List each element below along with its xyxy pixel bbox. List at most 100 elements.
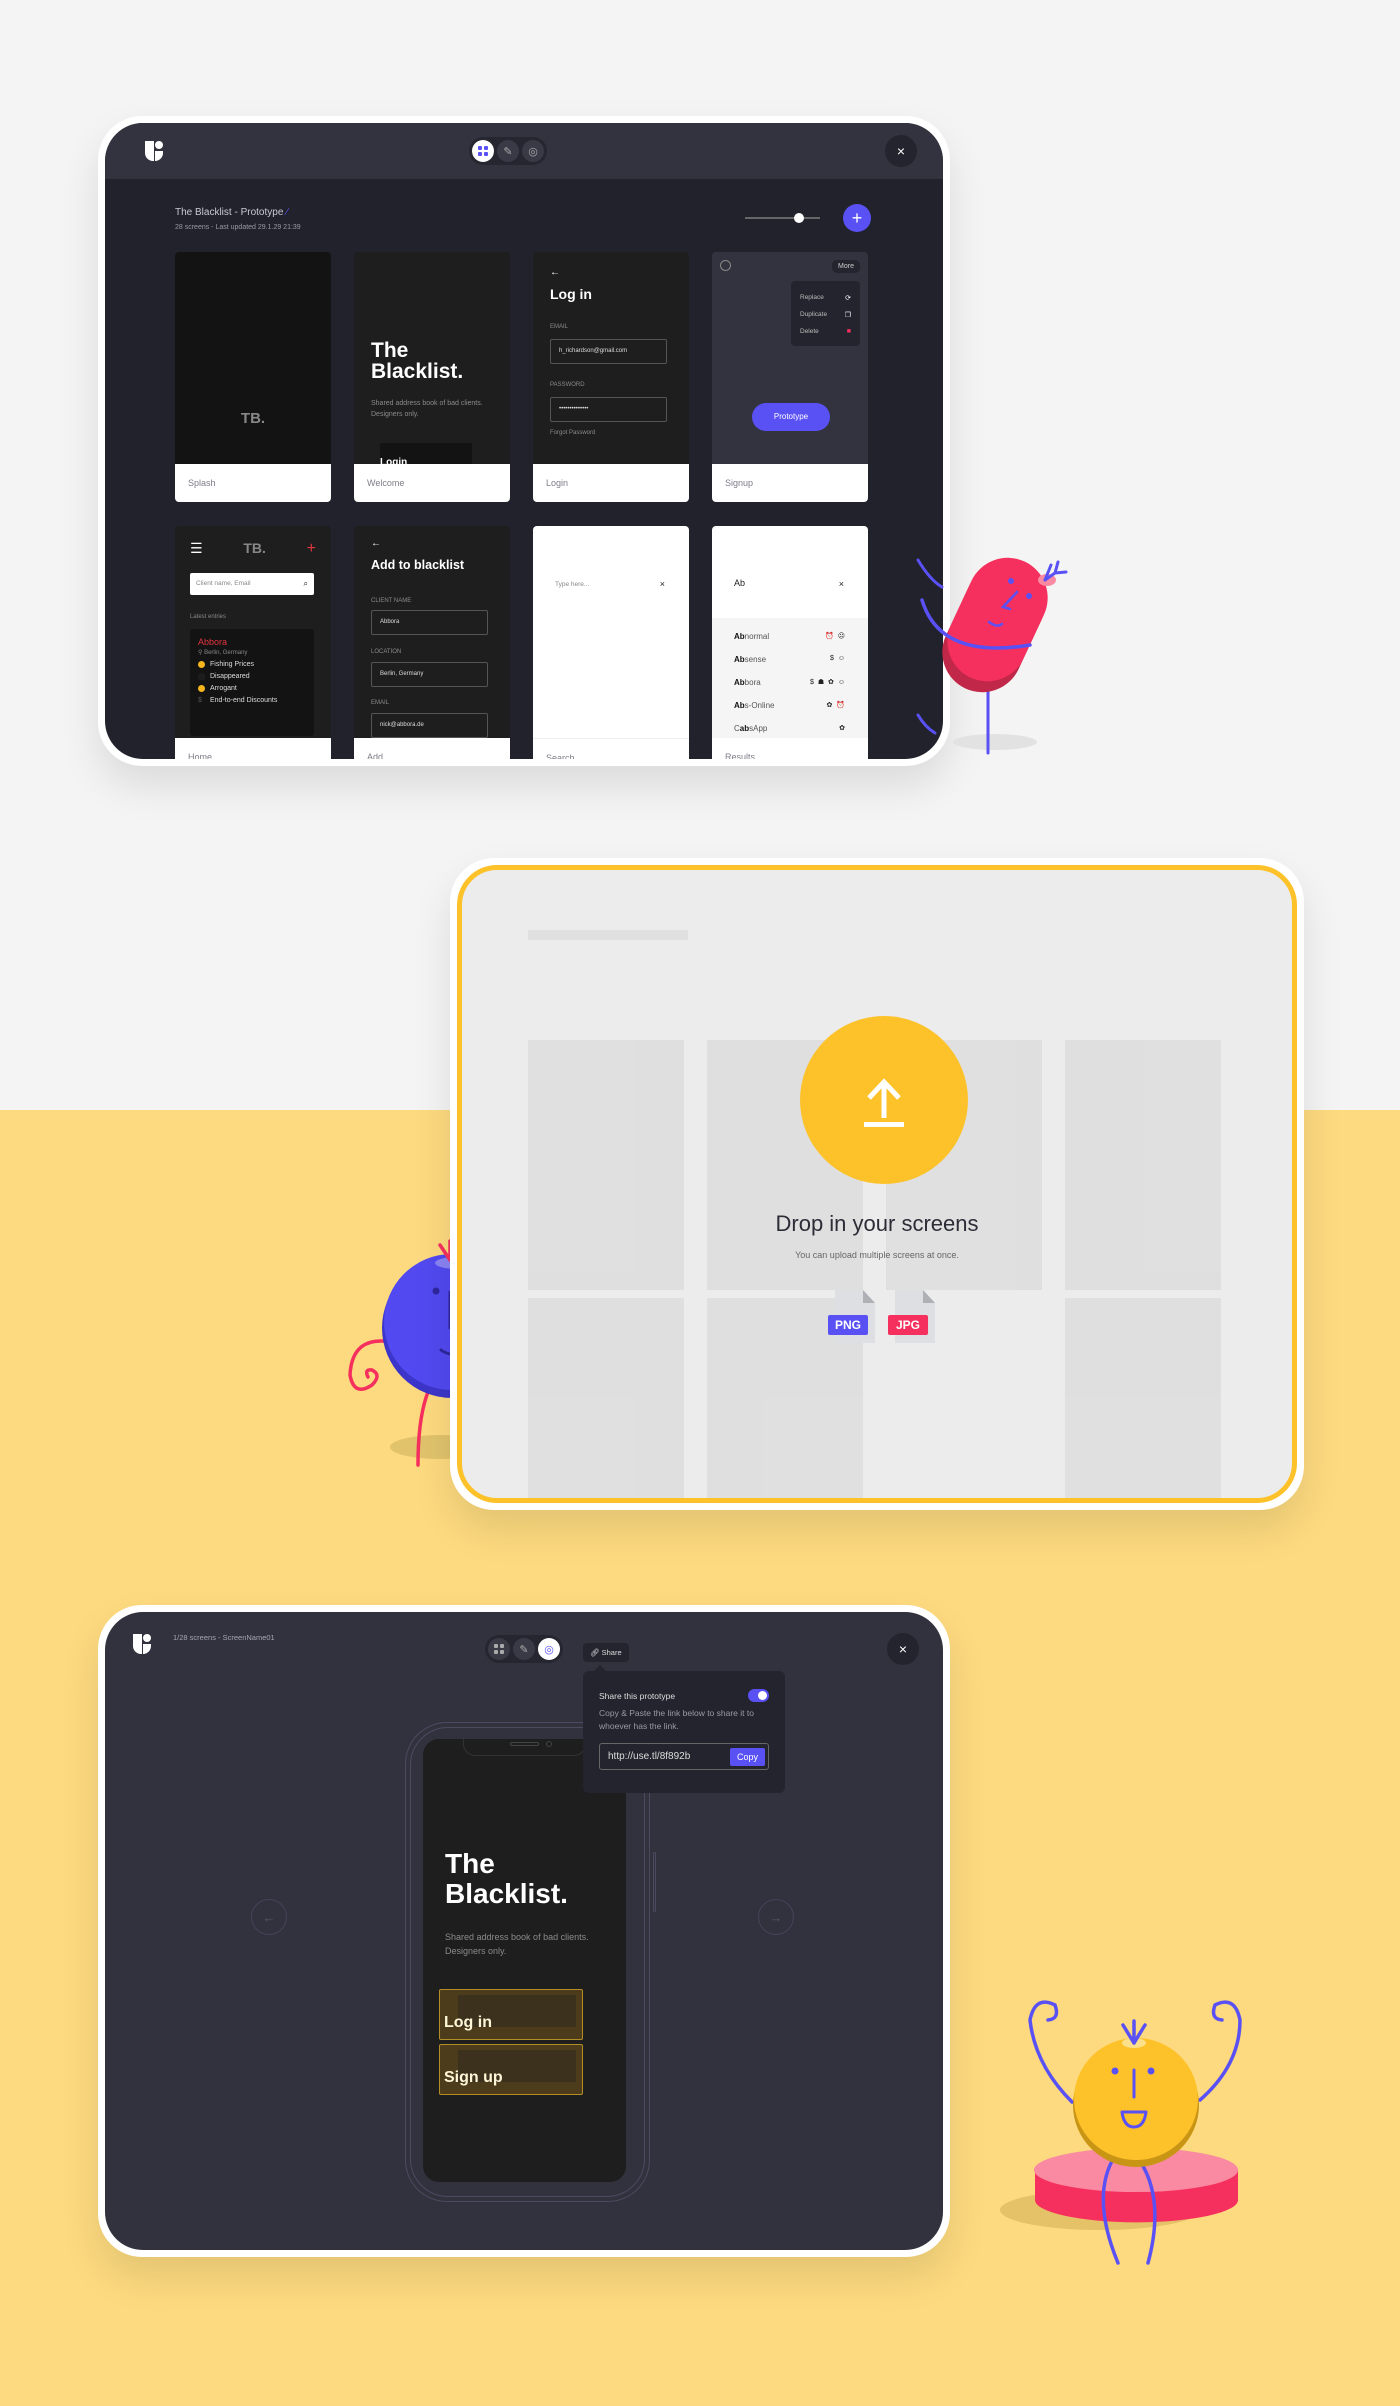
screen-label: Results [712,738,868,759]
menu-item-delete[interactable]: Delete ■ [800,323,851,340]
result-row[interactable]: Absense $ ☺ [734,655,846,678]
preview-mode-button[interactable]: ◎ [522,140,544,162]
plus-icon: + [306,540,316,557]
share-button[interactable]: 🔗︎ Share [583,1643,629,1662]
app-logo-icon [133,1634,151,1654]
select-checkbox[interactable] [720,260,731,271]
top-bar: ✎ ◎ × [105,123,943,179]
signup-hotspot[interactable]: Sign up [439,2044,583,2095]
screen-thumbnail: Type here... × [533,526,689,738]
edit-mode-button[interactable]: ✎ [513,1638,535,1660]
entry-name: Abbora [198,637,228,647]
project-meta: 28 screens - Last updated 29.1.29 21:39 [175,224,301,231]
close-icon: × [898,1641,908,1657]
more-button[interactable]: More [832,260,860,273]
result-row[interactable]: Abbora $ ☗ ✿ ☺ [734,678,846,701]
previous-screen-button[interactable]: ← [251,1899,287,1935]
eye-icon: ◎ [544,1643,554,1656]
login-hotspot[interactable]: Log in [439,1989,583,2040]
home-header: ☰ TB. + [190,540,316,558]
result-row[interactable]: Abnormal ⏰ ☹ [734,632,846,655]
entry-tag: Disappeared [198,673,306,680]
emoji-icon [198,661,205,668]
upload-button[interactable] [800,1016,968,1184]
dashboard-device: ✎ ◎ × The Blacklist - Prototype ⁄ 28 scre… [98,116,950,766]
results-list: Abnormal ⏰ ☹ Absense $ ☺ Abbora $ ☗ ✿ ☺ Abs-On… [712,618,868,738]
edit-mode-button[interactable]: ✎ [497,140,519,162]
entry-location: ⚲ Berlin, Germany [198,650,248,656]
phone-notch [463,1739,586,1756]
email-label: EMAIL [550,324,569,330]
screen-card-signup[interactable]: More Replace ⟳ Duplicate ❐ Delete ■ Prototy… [712,252,868,502]
mascot-arm [1028,2000,1074,2104]
mascot-arm [916,713,937,735]
entry-tag: Fishing Prices [198,661,306,668]
result-tags: ✿ [839,725,846,732]
dropzone-screen[interactable]: Drop in your screens You can upload mult… [457,865,1297,1503]
app-logo-icon [145,141,163,161]
welcome-heading: The Blacklist. [371,340,463,382]
clear-icon: × [659,579,665,589]
menu-item-label: Duplicate [800,311,828,318]
mascot-shadow [953,734,1037,750]
duplicate-icon: ❐ [844,311,851,319]
screen-card-home[interactable]: ☰ TB. + Client name, Email ⌕ Latest entri… [175,526,331,759]
add-screen-button[interactable]: + [843,204,871,232]
mascot-body [1074,2038,1198,2160]
back-arrow-icon: ← [371,538,381,549]
share-toggle[interactable] [748,1689,769,1702]
field-label: LOCATION [371,649,402,655]
preview-tagline: Shared address book of bad clients. Desig… [445,1930,589,1958]
search-placeholder: Type here... [555,581,590,588]
close-button[interactable]: × [885,135,917,167]
mode-switcher: ✎ ◎ [469,137,547,165]
mode-switcher: ✎ ◎ [485,1635,563,1663]
grid-mode-button[interactable] [488,1638,510,1660]
screen-label: Splash [175,464,331,502]
grid-icon [494,1644,504,1654]
preview-mode-button[interactable]: ◎ [538,1638,560,1660]
grid-mode-button[interactable] [472,140,494,162]
screen-card-results[interactable]: Ab × Abnormal ⏰ ☹ Absense $ ☺ Abbora $ ☗ ✿ ☺ A… [712,526,868,759]
file-type-badge: PNG [828,1315,868,1335]
zoom-slider[interactable] [745,213,820,223]
screen-label: Signup [712,464,868,502]
password-label: PASSWORD [550,382,585,388]
next-screen-button[interactable]: → [758,1899,794,1935]
preview-device: 1/28 screens - ScreenName01 ✎ ◎ 🔗︎ Share… [98,1605,950,2257]
file-type-badge: JPG [888,1315,928,1335]
result-name: Absense [734,655,767,664]
screen-card-login[interactable]: ← Log in EMAIL h_richardson@gmail.com PA… [533,252,689,502]
copy-button[interactable]: Copy [729,1747,765,1766]
tag-label: Arrogant [210,685,237,692]
close-icon: × [896,143,906,159]
phone-screen: The Blacklist. Shared address book of bad… [423,1739,626,2182]
menu-item-replace[interactable]: Replace ⟳ [800,289,851,306]
replace-icon: ⟳ [845,294,851,302]
prototype-button[interactable]: Prototype [752,403,830,431]
screen-card-add[interactable]: ← Add to blacklist CLIENT NAME Abbora LO… [354,526,510,759]
hotspot-label: Log in [444,2014,492,2031]
ghost-icon [198,673,205,680]
forgot-password-link: Forgot Password [550,430,596,436]
result-tags: ✿ ⏰ [826,702,846,709]
close-button[interactable]: × [887,1633,919,1665]
edit-title-icon[interactable]: ⁄ [286,207,288,218]
result-row[interactable]: CabsApp ✿ [734,724,846,738]
screen-card-splash[interactable]: TB. Splash [175,252,331,502]
preview-screen: 1/28 screens - ScreenName01 ✎ ◎ 🔗︎ Share… [105,1612,943,2250]
dashboard-screen: ✎ ◎ × The Blacklist - Prototype ⁄ 28 scre… [105,123,943,759]
screens-count: 1/28 screens - ScreenName01 [173,1633,275,1642]
pencil-icon: ✎ [519,1643,529,1656]
share-link-field[interactable]: http://use.tl/8f892b Copy [599,1743,769,1770]
share-url[interactable]: http://use.tl/8f892b [608,1751,690,1762]
menu-item-duplicate[interactable]: Duplicate ❐ [800,306,851,323]
screen-card-search[interactable]: Type here... × Search [533,526,689,759]
result-row[interactable]: Abs-Online ✿ ⏰ [734,701,846,724]
screen-thumbnail: ☰ TB. + Client name, Email ⌕ Latest entri… [175,526,331,738]
hamburger-icon: ☰ [190,540,203,556]
screen-card-welcome[interactable]: The Blacklist. Shared address book of bad… [354,252,510,502]
menu-item-label: Replace [800,294,824,301]
location-field: Berlin, Germany [371,662,488,687]
zoom-slider-knob[interactable] [794,213,804,223]
